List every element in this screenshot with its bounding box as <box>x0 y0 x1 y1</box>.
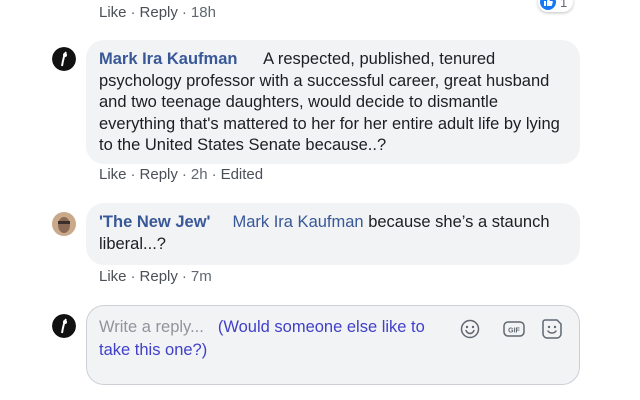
comment-author[interactable]: 'The New Jew' <box>99 213 210 231</box>
reply-placeholder: Write a reply... <box>99 318 204 336</box>
reply-input[interactable]: Write a reply... (Would someone else like… <box>86 305 580 385</box>
gif-icon[interactable]: GIF <box>503 318 525 340</box>
svg-text:GIF: GIF <box>508 328 520 335</box>
reply-link[interactable]: Reply <box>140 4 178 21</box>
current-user-avatar <box>52 314 76 338</box>
comment-author[interactable]: Mark Ira Kaufman <box>99 50 237 68</box>
comment-actions-1: Like · Reply · 18h <box>99 4 216 21</box>
separator-dot: · <box>181 4 187 21</box>
comment-actions-3: Like · Reply · 7m <box>99 268 212 285</box>
reply-text-area[interactable]: Write a reply... (Would someone else like… <box>99 316 449 362</box>
comment-bubble: Mark Ira Kaufman A respected, published,… <box>86 40 580 164</box>
like-link[interactable]: Like <box>99 166 127 183</box>
avatar[interactable] <box>52 212 76 236</box>
separator-dot: · <box>181 268 187 285</box>
comment-actions-2: Like · Reply · 2h · Edited <box>99 166 263 183</box>
separator-dot: · <box>130 268 136 285</box>
sticker-icon[interactable] <box>541 318 563 340</box>
separator-dot: · <box>130 166 136 183</box>
separator-dot: · <box>181 166 187 183</box>
reaction-badge[interactable]: 1 <box>538 0 574 12</box>
timestamp: 7m <box>190 268 212 285</box>
emoji-icon[interactable] <box>459 318 481 340</box>
separator-dot: · <box>130 4 136 21</box>
comment-bubble: 'The New Jew' Mark Ira Kaufman because sh… <box>86 203 580 265</box>
like-reaction-icon <box>540 0 556 10</box>
timestamp: 18h <box>190 4 216 21</box>
reply-link[interactable]: Reply <box>140 268 178 285</box>
reaction-count: 1 <box>560 0 568 10</box>
timestamp: 2h <box>190 166 208 183</box>
avatar[interactable] <box>52 47 76 71</box>
separator-dot: · <box>211 166 217 183</box>
like-link[interactable]: Like <box>99 268 127 285</box>
like-link[interactable]: Like <box>99 4 127 21</box>
reply-link[interactable]: Reply <box>140 166 178 183</box>
edited-link[interactable]: Edited <box>221 166 264 183</box>
mention-link[interactable]: Mark Ira Kaufman <box>232 213 363 231</box>
